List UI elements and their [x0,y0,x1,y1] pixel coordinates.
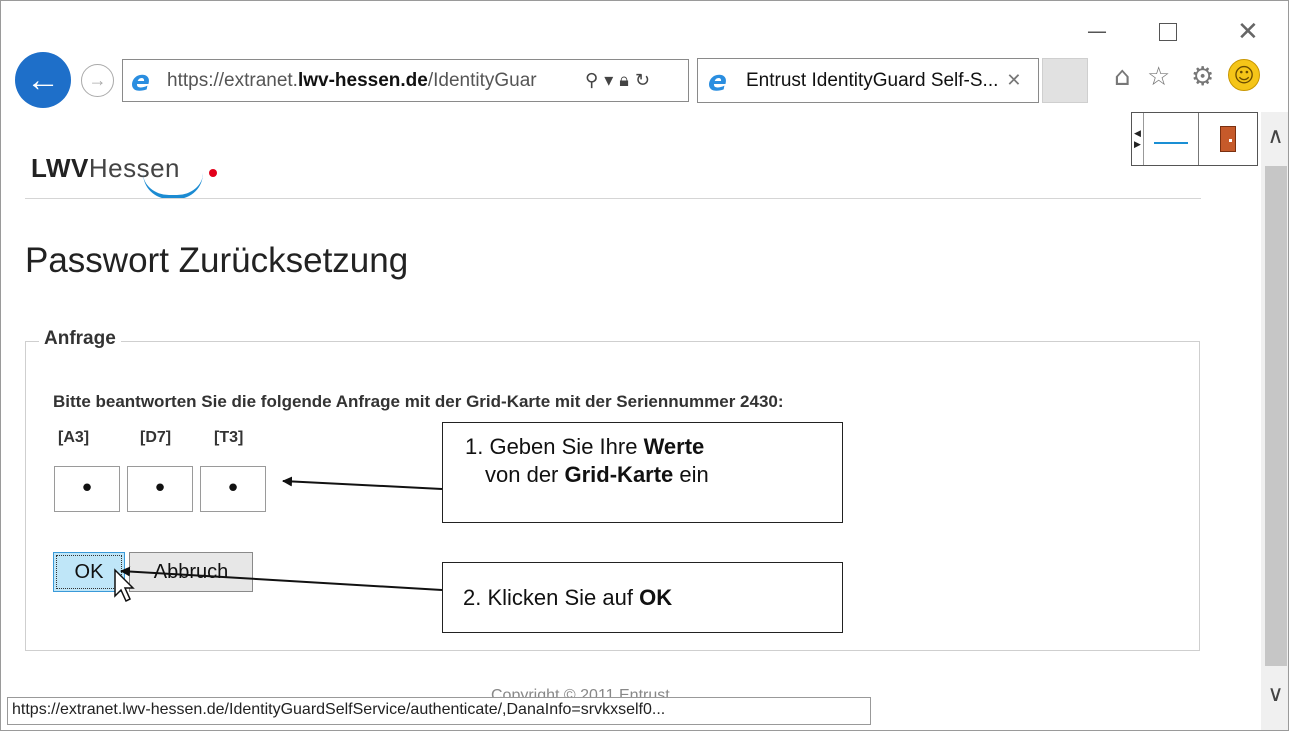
new-tab-button[interactable] [1042,58,1088,103]
grid-prompt: Bitte beantworten Sie die folgende Anfra… [53,392,784,411]
page-title: Passwort Zurücksetzung [25,241,409,280]
browser-tab[interactable]: e Entrust IdentityGuard Self-S... ✕ [697,58,1039,103]
instruction-callout-1: 1. Geben Sie Ihre Werte von der Grid-Kar… [442,422,843,523]
addon-toolbar: ◀ ▶ [1131,112,1258,166]
addon-thumbnail[interactable] [1144,113,1199,165]
grid-input-d7[interactable]: • [127,466,193,512]
exit-door-icon[interactable] [1199,113,1257,165]
addon-nav-arrows[interactable]: ◀ ▶ [1132,113,1144,165]
internet-explorer-icon: e [708,63,727,97]
grid-input-t3[interactable]: • [200,466,266,512]
cell-label-d7: [D7] [140,429,172,446]
instruction-callout-2: 2. Klicken Sie auf OK [442,562,843,633]
tab-title: Entrust IdentityGuard Self-S... [746,69,999,91]
minimize-button[interactable]: — [1087,19,1107,43]
address-url[interactable]: https://extranet.lwv-hessen.de/IdentityG… [167,70,577,92]
cell-label-a3: [A3] [58,429,90,446]
status-bar-url: https://extranet.lwv-hessen.de/IdentityG… [7,697,871,725]
search-icon[interactable]: ⚲ [585,70,598,91]
scrollbar-thumb[interactable] [1265,166,1287,666]
forward-arrow-icon[interactable]: → [81,64,114,97]
logo-swoosh [143,173,203,199]
browser-window: — ✕ ← → e https://extranet.lwv-hessen.de… [0,0,1289,731]
mouse-cursor-icon [114,568,135,603]
close-window-button[interactable]: ✕ [1237,17,1259,47]
close-tab-icon[interactable]: ✕ [1006,70,1021,91]
star-icon[interactable]: ☆ [1147,62,1170,92]
address-tools: ⚲ ▾ 🔒︎ ↻ [585,70,650,91]
gear-icon[interactable]: ⚙ [1191,62,1214,92]
grid-input-a3[interactable]: • [54,466,120,512]
smiley-icon[interactable]: ☺ [1228,59,1260,91]
logo-dot [209,169,217,177]
section-legend: Anfrage [39,328,121,350]
scroll-up-icon[interactable]: ∧ [1261,124,1288,149]
vertical-scrollbar[interactable]: ∧ ∨ [1261,112,1288,730]
dropdown-icon[interactable]: ▾ [604,70,613,91]
internet-explorer-icon: e [131,63,150,97]
refresh-icon[interactable]: ↻ [635,70,650,91]
maximize-button[interactable] [1159,23,1177,41]
back-arrow-icon[interactable]: ← [15,52,71,108]
lock-icon[interactable]: 🔒︎ [619,70,629,91]
home-icon[interactable]: ⌂ [1114,62,1131,92]
cell-label-t3: [T3] [214,429,244,446]
address-bar[interactable]: e https://extranet.lwv-hessen.de/Identit… [122,59,689,102]
header-divider [25,198,1201,199]
scroll-down-icon[interactable]: ∨ [1261,682,1288,707]
cancel-button[interactable]: Abbruch [129,552,253,592]
